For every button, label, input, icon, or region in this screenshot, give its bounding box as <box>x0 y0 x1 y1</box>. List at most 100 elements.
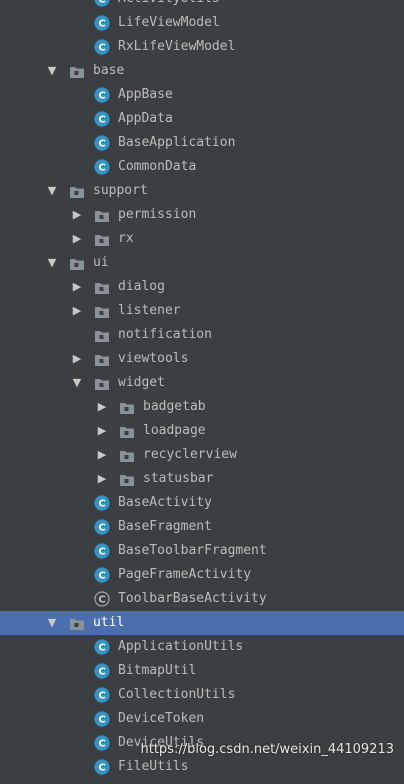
tree-item-notification[interactable]: notification <box>0 323 404 347</box>
tree-item-activityutils[interactable]: C ActivityUtils <box>0 0 404 11</box>
chevron-down-icon[interactable]: ▼ <box>70 371 84 395</box>
tree-item-label: notification <box>118 327 212 342</box>
svg-text:C: C <box>98 115 105 126</box>
package-folder-icon <box>69 64 85 78</box>
class-icon: C <box>94 735 110 751</box>
svg-text:C: C <box>98 43 105 54</box>
package-folder-icon <box>69 184 85 198</box>
tree-item-label: recyclerview <box>143 447 237 462</box>
tree-item-dialog[interactable]: ▶ dialog <box>0 275 404 299</box>
tree-item-listener[interactable]: ▶ listener <box>0 299 404 323</box>
tree-item-basetoolbarfragment[interactable]: C BaseToolbarFragment <box>0 539 404 563</box>
svg-text:C: C <box>98 763 105 774</box>
tree-item-label: statusbar <box>143 471 214 486</box>
chevron-down-icon[interactable]: ▼ <box>45 179 59 203</box>
chevron-down-icon[interactable]: ▼ <box>45 59 59 83</box>
chevron-right-icon[interactable]: ▶ <box>70 227 84 251</box>
class-icon: C <box>94 639 110 655</box>
svg-text:C: C <box>98 691 105 702</box>
tree-item-label: base <box>93 63 125 78</box>
chevron-right-icon[interactable]: ▶ <box>95 395 109 419</box>
class-icon: C <box>94 15 110 31</box>
svg-text:C: C <box>98 163 105 174</box>
class-icon: C <box>94 663 110 679</box>
tree-item-label: AppBase <box>118 87 173 102</box>
package-folder-icon <box>94 328 110 342</box>
package-folder-icon <box>94 232 110 246</box>
chevron-right-icon[interactable]: ▶ <box>70 203 84 227</box>
package-folder-icon <box>119 424 135 438</box>
tree-item-permission[interactable]: ▶ permission <box>0 203 404 227</box>
tree-item-pageframeactivity[interactable]: C PageFrameActivity <box>0 563 404 587</box>
tree-item-baseapplication[interactable]: C BaseApplication <box>0 131 404 155</box>
svg-text:C: C <box>98 739 105 750</box>
tree-item-support[interactable]: ▼ support <box>0 179 404 203</box>
tree-item-util[interactable]: ▼ util <box>0 611 404 635</box>
tree-item-commondata[interactable]: C CommonData <box>0 155 404 179</box>
class-icon: C <box>94 567 110 583</box>
tree-item-widget[interactable]: ▼ widget <box>0 371 404 395</box>
package-folder-icon <box>94 304 110 318</box>
tree-item-ui[interactable]: ▼ ui <box>0 251 404 275</box>
tree-item-devicetoken[interactable]: C DeviceToken <box>0 707 404 731</box>
tree-item-recyclerview[interactable]: ▶ recyclerview <box>0 443 404 467</box>
chevron-right-icon[interactable]: ▶ <box>70 299 84 323</box>
class-icon: C <box>94 543 110 559</box>
tree-item-label: FileUtils <box>118 759 189 774</box>
chevron-right-icon[interactable]: ▶ <box>95 443 109 467</box>
tree-item-label: RxLifeViewModel <box>118 39 236 54</box>
class-icon: C <box>94 519 110 535</box>
tree-item-label: badgetab <box>143 399 206 414</box>
svg-text:C: C <box>98 0 105 6</box>
chevron-right-icon[interactable]: ▶ <box>95 467 109 491</box>
tree-item-applicationutils[interactable]: C ApplicationUtils <box>0 635 404 659</box>
package-folder-icon <box>119 448 135 462</box>
class-icon: C <box>94 135 110 151</box>
tree-item-rxlifeviewmodel[interactable]: C RxLifeViewModel <box>0 35 404 59</box>
chevron-right-icon[interactable]: ▶ <box>70 347 84 371</box>
chevron-down-icon[interactable]: ▼ <box>45 611 59 635</box>
svg-text:C: C <box>98 91 105 102</box>
svg-text:C: C <box>98 643 105 654</box>
class-icon: C <box>94 39 110 55</box>
tree-item-appdata[interactable]: C AppData <box>0 107 404 131</box>
tree-item-base[interactable]: ▼ base <box>0 59 404 83</box>
tree-item-appbase[interactable]: C AppBase <box>0 83 404 107</box>
tree-item-label: DeviceToken <box>118 711 205 726</box>
package-folder-icon <box>94 352 110 366</box>
tree-item-label: BaseActivity <box>118 495 212 510</box>
tree-item-statusbar[interactable]: ▶ statusbar <box>0 467 404 491</box>
tree-item-label: permission <box>118 207 197 222</box>
tree-item-label: AppData <box>118 111 173 126</box>
chevron-down-icon[interactable]: ▼ <box>45 251 59 275</box>
package-folder-icon <box>94 376 110 390</box>
tree-item-label: BaseApplication <box>118 135 236 150</box>
svg-text:C: C <box>98 19 105 30</box>
package-folder-icon <box>119 400 135 414</box>
tree-item-viewtools[interactable]: ▶ viewtools <box>0 347 404 371</box>
svg-text:C: C <box>98 499 105 510</box>
tree-item-label: CollectionUtils <box>118 687 236 702</box>
tree-item-label: BaseFragment <box>118 519 212 534</box>
tree-item-baseactivity[interactable]: C BaseActivity <box>0 491 404 515</box>
tree-item-toolbarbaseactivity[interactable]: C ToolbarBaseActivity <box>0 587 404 611</box>
tree-item-fileutils[interactable]: C FileUtils <box>0 755 404 779</box>
tree-item-rx[interactable]: ▶ rx <box>0 227 404 251</box>
watermark-text: https://blog.csdn.net/weixin_44109213 <box>140 742 394 757</box>
svg-text:C: C <box>98 523 105 534</box>
tree-item-label: ui <box>93 255 109 270</box>
class-icon: C <box>94 159 110 175</box>
tree-item-basefragment[interactable]: C BaseFragment <box>0 515 404 539</box>
tree-item-badgetab[interactable]: ▶ badgetab <box>0 395 404 419</box>
tree-item-bitmaputil[interactable]: C BitmapUtil <box>0 659 404 683</box>
tree-item-loadpage[interactable]: ▶ loadpage <box>0 419 404 443</box>
tree-item-lifeviewmodel[interactable]: C LifeViewModel <box>0 11 404 35</box>
svg-text:C: C <box>98 547 105 558</box>
chevron-right-icon[interactable]: ▶ <box>70 275 84 299</box>
tree-item-collectionutils[interactable]: C CollectionUtils <box>0 683 404 707</box>
tree-item-label: LifeViewModel <box>118 15 220 30</box>
chevron-right-icon[interactable]: ▶ <box>95 419 109 443</box>
tree-item-label: viewtools <box>118 351 189 366</box>
tree-item-label: ActivityUtils <box>118 0 220 11</box>
tree-item-label: util <box>93 615 125 630</box>
